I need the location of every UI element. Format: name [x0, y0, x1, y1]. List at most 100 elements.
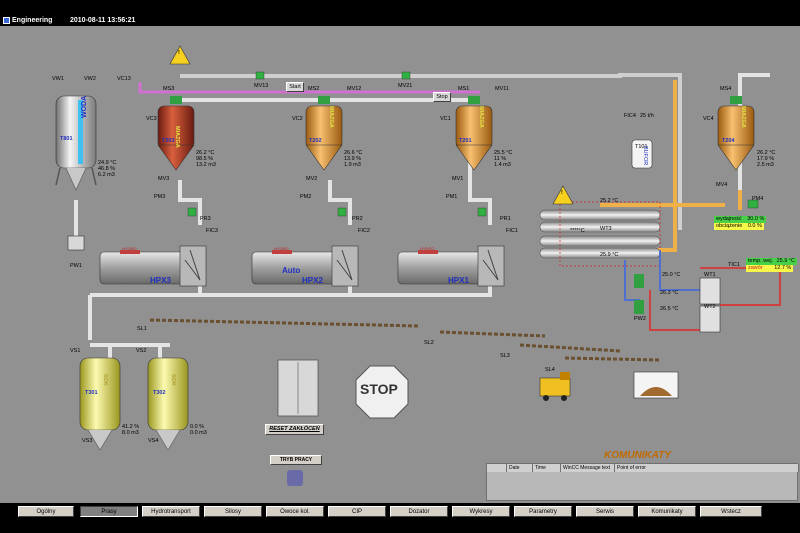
wydajnosc-box: wydajność 30.0 %	[714, 216, 767, 223]
zawor-box: zawór 12.7 %	[746, 265, 794, 272]
nav-dozator[interactable]: Dozator	[390, 506, 448, 517]
msg-col-text: WinCC Message text	[561, 464, 615, 472]
nav-serwis[interactable]: Serwis	[576, 506, 634, 517]
tank-t201-name: T201	[459, 138, 472, 144]
label-vs3: VS3	[82, 438, 93, 444]
tryb-pracy-button[interactable]: TRYB PRACY	[270, 455, 322, 465]
temp-wej-label: temp. wej.	[748, 258, 774, 264]
label-vc13: VC13	[117, 76, 131, 82]
label-pw2: PW2	[634, 316, 646, 322]
tank-t801-name: T801	[60, 136, 73, 142]
wt-temp-a: 25.0 °C	[662, 272, 681, 278]
tank-t301-name: T301	[85, 390, 98, 396]
label-pm3: PM3	[154, 194, 166, 200]
press-hpx2-name: HPX2	[302, 276, 323, 285]
warning-icon: !	[178, 50, 180, 56]
label-fic4: FIC4	[624, 113, 636, 119]
temp-wej-value: 25.9 °C	[776, 258, 796, 264]
label-tic1: TIC1	[728, 262, 740, 268]
label-mv3: MV3	[158, 176, 170, 182]
stop-button-small[interactable]: Stop	[433, 92, 451, 102]
tank-t801-label: WODA	[81, 95, 88, 118]
label-mv4: MV4	[716, 182, 728, 188]
navigation-bar: Ogólny Prasy Hydrotransport Silosy Owoce…	[0, 503, 800, 533]
stop-sign-button[interactable]: STOP	[360, 381, 398, 397]
nav-prasy[interactable]: Prasy	[80, 506, 138, 517]
tank-t203-label: MIAZGA	[174, 126, 180, 148]
label-vc4: VC4	[703, 116, 714, 122]
nav-ogolny[interactable]: Ogólny	[18, 506, 74, 517]
msg-col-time: Time	[533, 464, 561, 472]
label-mv1: MV1	[452, 176, 464, 182]
label-wt2: WT2	[704, 304, 716, 310]
wt-temp-b: 26.3 °C	[660, 290, 679, 296]
tank-t202-name: T202	[309, 138, 322, 144]
label-mv13: MV13	[254, 83, 269, 89]
label-vw2: VW2	[84, 76, 96, 82]
label-vc3: VC3	[146, 116, 157, 122]
label-vc2: VC2	[292, 116, 303, 122]
nav-cip[interactable]: CIP	[328, 506, 386, 517]
temp-wej-box: temp. wej. 25.9 °C	[746, 258, 798, 265]
t204-readings: 26.2 °C 17.9 % 2.5 m3	[757, 150, 775, 168]
label-mv2: MV2	[306, 176, 318, 182]
label-mv12: MV12	[347, 86, 362, 92]
label-sl3: SL3	[500, 353, 510, 359]
label-pw1: PW1	[70, 263, 82, 269]
wt3-top-temp: 25.2 °C	[600, 198, 619, 204]
tank-t302-name: T302	[153, 390, 166, 396]
press-hpx3-brand: HYDRO	[122, 246, 137, 251]
t301-volume: 8.0 m3	[122, 430, 139, 436]
obciazenie-box: obciążenie 0.0 %	[714, 223, 764, 230]
window-title: Engineering	[12, 17, 53, 24]
tank-t801	[55, 95, 97, 191]
nav-wykresy[interactable]: Wykresy	[452, 506, 510, 517]
press-hpx1-brand: HYDRO	[420, 246, 435, 251]
nav-parametry[interactable]: Parametry	[514, 506, 572, 517]
process-diagram	[55, 45, 781, 451]
t202-volume: 1.9 m3	[344, 162, 361, 168]
press-hpx2-brand: HYDRO	[274, 246, 289, 251]
warning-triangles	[169, 45, 574, 205]
warning-icon-2: !	[561, 190, 563, 196]
tank-t204-label: MIAZGA	[740, 106, 746, 128]
nav-owoce-kol[interactable]: Owoce kol.	[266, 506, 324, 517]
tank-t302-label: SOK	[170, 374, 176, 386]
label-fic1: FIC1	[506, 228, 518, 234]
t203-readings: 26.2 °C 98.5 % 13.2 m3	[196, 150, 216, 168]
start-button[interactable]: Start	[286, 82, 304, 92]
message-panel: Date Time WinCC Message text Point of er…	[486, 463, 799, 501]
tank-t202	[305, 96, 343, 171]
t201-readings: 25.5 °C 11 % 1.4 m3	[494, 150, 512, 168]
msg-col-date: Date	[507, 464, 533, 472]
reset-button[interactable]: RESET ZAKŁÓCEŃ	[265, 424, 324, 435]
pump-pw1	[67, 235, 85, 251]
label-fic3: FIC3	[206, 228, 218, 234]
nav-wstecz[interactable]: Wstecz	[700, 506, 762, 517]
tryb-pracy-icon[interactable]	[287, 470, 303, 486]
pile-shape	[633, 371, 679, 399]
komunikaty-title: KOMUNIKATY	[604, 450, 672, 461]
t302-volume: 0.0 m3	[190, 430, 207, 436]
tank-t302	[147, 357, 189, 451]
label-vw1: VW1	[52, 76, 64, 82]
label-vs2: VS2	[136, 348, 147, 354]
nav-hydrotransport[interactable]: Hydrotransport	[142, 506, 200, 517]
label-ms3: MS3	[163, 86, 175, 92]
app-icon	[3, 17, 10, 24]
label-hx-mark: ****°C	[570, 228, 585, 234]
label-pr3: PR3	[200, 216, 211, 222]
label-sl2: SL2	[424, 340, 434, 346]
nav-komunikaty[interactable]: Komunikaty	[638, 506, 696, 517]
press-hpx2-mode: Auto	[282, 266, 301, 275]
label-vs1: VS1	[70, 348, 81, 354]
tank-t201	[455, 96, 493, 171]
t302-readings: 0.0 % 0.0 m3	[190, 424, 207, 436]
nav-silosy[interactable]: Silosy	[204, 506, 262, 517]
t203-volume: 13.2 m3	[196, 162, 216, 168]
label-ms4: MS4	[720, 86, 732, 92]
label-pm1: PM1	[446, 194, 458, 200]
label-pr1: PR1	[500, 216, 511, 222]
label-sl4: SL4	[545, 367, 555, 373]
label-vc1: VC1	[440, 116, 451, 122]
